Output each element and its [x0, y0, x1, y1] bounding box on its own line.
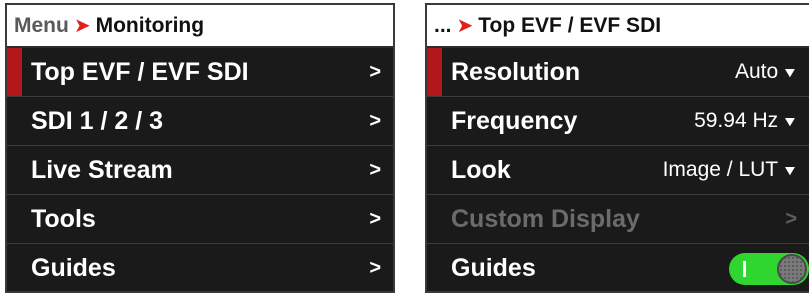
setting-guides[interactable]: Guides [427, 244, 809, 291]
chevron-right-icon: > [369, 257, 381, 279]
breadcrumb-separator-icon: ➤ [73, 15, 91, 37]
menu-item-label: Tools [31, 204, 96, 233]
monitoring-menu-panel: Menu ➤ Monitoring Top EVF / EVF SDI > SD… [5, 3, 395, 293]
selection-marker [427, 48, 442, 96]
breadcrumb: Menu ➤ Monitoring [7, 5, 393, 48]
chevron-right-icon: > [369, 158, 381, 181]
setting-custom-display: Custom Display > [427, 195, 809, 244]
look-dropdown[interactable]: Image / LUT ▼ [662, 158, 799, 182]
setting-label: Guides [451, 254, 536, 282]
setting-frequency[interactable]: Frequency 59.94 Hz ▼ [427, 97, 809, 146]
breadcrumb-parent[interactable]: Menu [14, 14, 69, 38]
setting-label: Resolution [451, 57, 581, 86]
setting-resolution[interactable]: Resolution Auto ▼ [427, 48, 809, 97]
dropdown-value: 59.94 Hz [694, 109, 779, 132]
breadcrumb: ... ➤ Top EVF / EVF SDI [427, 5, 809, 48]
chevron-right-icon: > [369, 109, 381, 132]
top-evf-settings-panel: ... ➤ Top EVF / EVF SDI Resolution Auto … [425, 3, 809, 293]
menu-item-live-stream[interactable]: Live Stream > [7, 146, 393, 195]
chevron-right-icon: > [369, 60, 381, 83]
menu-item-top-evf-evf-sdi[interactable]: Top EVF / EVF SDI > [7, 48, 393, 97]
dropdown-value: Image / LUT [662, 158, 779, 181]
chevron-right-icon: > [369, 207, 381, 230]
breadcrumb-parent[interactable]: ... [434, 14, 452, 38]
frequency-dropdown[interactable]: 59.94 Hz ▼ [694, 109, 799, 133]
caret-down-icon: ▼ [781, 162, 799, 178]
caret-down-icon: ▼ [781, 64, 799, 80]
setting-label: Custom Display [451, 204, 640, 233]
menu-item-label: Guides [31, 254, 116, 282]
breadcrumb-separator-icon: ➤ [456, 15, 474, 37]
menu-item-guides[interactable]: Guides > [7, 244, 393, 291]
selection-marker [7, 48, 22, 96]
setting-label: Look [451, 155, 511, 184]
menu-item-sdi-1-2-3[interactable]: SDI 1 / 2 / 3 > [7, 97, 393, 146]
menu-item-tools[interactable]: Tools > [7, 195, 393, 244]
menu-item-label: Live Stream [31, 155, 173, 184]
toggle-knob[interactable] [777, 253, 807, 284]
guides-toggle[interactable] [729, 252, 809, 285]
menu-item-label: Top EVF / EVF SDI [31, 57, 249, 86]
menu-item-label: SDI 1 / 2 / 3 [31, 106, 164, 135]
setting-label: Frequency [451, 106, 578, 135]
resolution-dropdown[interactable]: Auto ▼ [734, 60, 799, 84]
caret-down-icon: ▼ [781, 113, 799, 129]
toggle-on-indicator-icon [743, 260, 746, 277]
dropdown-value: Auto [734, 60, 779, 83]
page-title: Top EVF / EVF SDI [478, 13, 662, 37]
page-title: Monitoring [95, 13, 205, 37]
chevron-right-icon: > [785, 207, 797, 230]
setting-look[interactable]: Look Image / LUT ▼ [427, 146, 809, 195]
